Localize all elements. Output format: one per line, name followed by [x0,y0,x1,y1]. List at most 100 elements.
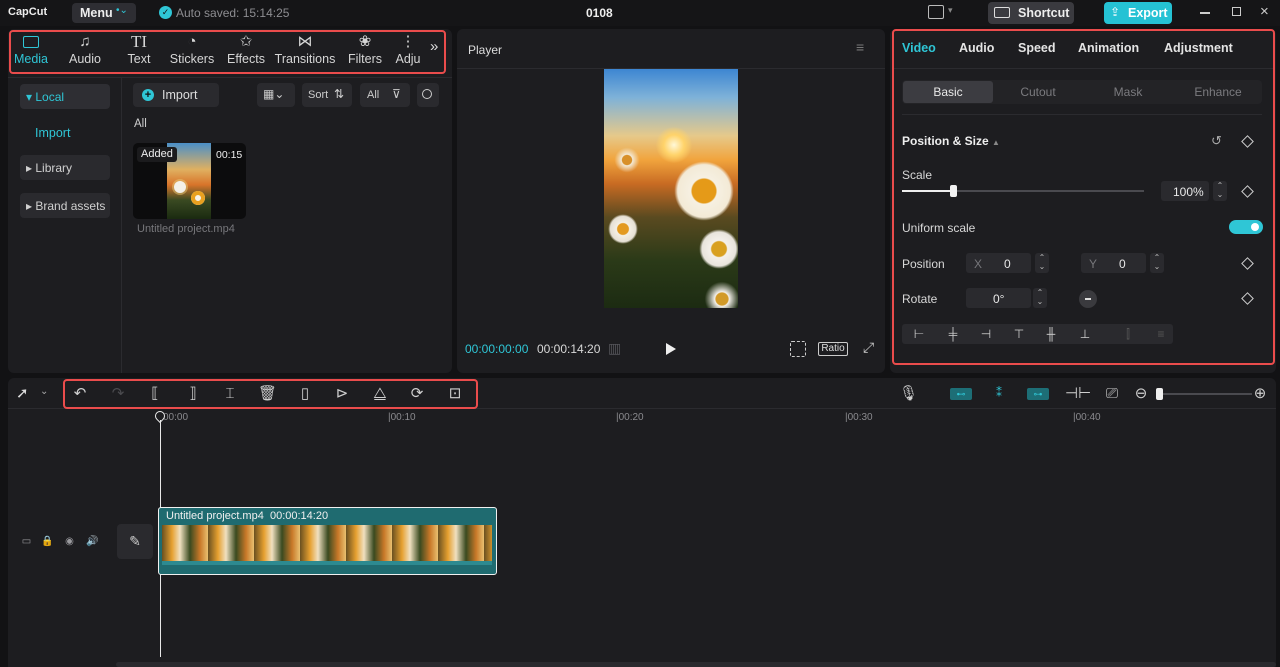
sidebar-item-import[interactable]: Import [35,126,70,140]
snap-icon[interactable]: ⁑ [988,386,1010,401]
daisy-shape [608,214,638,244]
edit-cover-icon[interactable]: ✎ [117,524,153,559]
rotate-field[interactable]: 0° [966,288,1031,308]
restore-icon[interactable] [1232,7,1241,16]
tab-adjustment[interactable]: Adjustment [1164,41,1233,55]
zoom-in-icon[interactable]: ⊕ [1251,385,1269,403]
play-icon[interactable] [666,343,676,355]
scale-slider[interactable] [902,185,1144,197]
delete-icon[interactable]: 🗑 [258,385,277,403]
scale-stepper[interactable]: ⌃ ⌄ [1213,181,1227,201]
split-icon[interactable]: ⟦ [146,385,164,403]
capcut-logo: CapCut [8,6,48,18]
freeze-icon[interactable]: ▯ [296,385,314,403]
tab-audio-inspector[interactable]: Audio [959,41,994,55]
tab-audio[interactable]: ♫ Audio [57,32,113,66]
subtab-enhance[interactable]: Enhance [1173,81,1263,103]
zoom-slider[interactable] [1156,388,1252,400]
tab-filters[interactable]: ❀ Filters [337,32,393,66]
player-menu-icon[interactable]: ≡ [856,39,864,55]
shortcut-button[interactable]: Shortcut [988,2,1074,24]
zoom-slider-handle[interactable] [1156,388,1163,400]
reset-icon[interactable]: ↺ [1211,133,1222,149]
align-center-h-icon[interactable]: ╪ [939,325,967,343]
position-x-field[interactable]: X 0 [966,253,1031,273]
tab-adjust[interactable]: ⋮ Adju [390,32,426,66]
uniform-scale-toggle[interactable] [1229,220,1263,234]
more-tabs-icon[interactable]: » [430,38,438,55]
rotate-icon[interactable]: ⟳ [408,385,426,403]
subtab-mask[interactable]: Mask [1083,81,1173,103]
tab-transitions[interactable]: ⋈ Transitions [272,32,338,66]
tab-media[interactable]: Media [3,32,59,66]
position-y-field[interactable]: Y 0 [1081,253,1146,273]
scale-field[interactable]: 100% [1161,181,1209,201]
magnet-link-icon[interactable]: ⊷ [950,388,972,400]
align-left-icon[interactable]: ⊢ [905,325,933,343]
close-icon[interactable]: × [1260,3,1269,20]
tab-video[interactable]: Video [902,41,936,55]
tab-effects[interactable]: ✩ Effects [218,32,274,66]
align-right-icon[interactable]: ⊣ [972,325,1000,343]
sort-button[interactable]: Sort ⇅ [302,83,352,107]
search-button[interactable] [417,83,439,107]
distribute-v-icon[interactable]: ≡ [1147,325,1175,343]
align-center-v-icon[interactable]: ╫ [1037,325,1065,343]
subtab-basic[interactable]: Basic [903,81,993,103]
tab-text[interactable]: TI Text [111,32,167,66]
position-y-stepper[interactable]: ⌃ ⌄ [1150,253,1164,273]
preview-axis-icon[interactable]: ⎚ [1103,385,1121,403]
sidebar-item-brand-assets[interactable]: ▸ Brand assets [20,193,110,218]
subtab-cutout[interactable]: Cutout [993,81,1083,103]
volume-icon[interactable]: 🔊 [86,535,99,548]
mirror-icon[interactable]: ⧋ [371,385,389,403]
eye-icon[interactable]: ◉ [63,535,76,548]
layout-chevron-icon[interactable]: ▾ [948,5,953,16]
microphone-icon[interactable]: 🎙 [899,385,918,403]
ruler-label: |00:30 [845,412,873,423]
undo-icon[interactable]: ↶ [71,385,89,403]
rotate-dial[interactable] [1079,290,1097,308]
export-button[interactable]: ⇪ Export [1104,2,1172,24]
frames-icon[interactable]: ▥ [608,340,621,357]
tab-speed[interactable]: Speed [1018,41,1056,55]
speed-icon[interactable]: ⊳ [333,385,351,403]
redo-icon[interactable]: ↷ [109,385,127,403]
layout-icon[interactable] [928,5,944,19]
rotate-stepper[interactable]: ⌃ ⌄ [1033,288,1047,308]
timeline-scrollbar[interactable] [116,662,1276,667]
transitions-icon: ⋈ [297,33,313,50]
align-bottom-icon[interactable]: ⊥ [1071,325,1099,343]
import-button[interactable]: + Import [133,83,219,107]
sidebar-item-local[interactable]: ▾ Local [20,84,110,109]
split-marker-icon[interactable]: ⊣⊢ [1065,385,1091,403]
minimize-icon[interactable] [1200,12,1210,14]
select-cursor-icon[interactable]: ➚ [16,384,29,402]
crop-icon[interactable]: ⊡ [446,385,464,403]
cursor-chevron-icon[interactable]: ⌄ [40,386,48,397]
scale-slider-handle[interactable] [949,185,957,197]
split-left-icon[interactable]: ⟧ [184,385,202,403]
split-right-icon[interactable]: ⌶ [221,385,239,403]
sidebar-item-library[interactable]: ▸ Library [20,155,110,180]
clip-filmstrip [162,525,492,561]
tab-stickers[interactable]: ◔ Stickers [164,32,220,66]
position-x-stepper[interactable]: ⌃ ⌄ [1035,253,1049,273]
timeline-clip[interactable]: Untitled project.mp4 00:00:14:20 [158,507,497,575]
expand-icon[interactable]: ⤢ [863,339,874,356]
total-time: 00:00:14:20 [537,342,601,356]
link-icon[interactable]: ⊶ [1027,388,1049,400]
zoom-out-icon[interactable]: ⊖ [1132,385,1150,403]
media-clip-thumbnail[interactable]: Added 00:15 [133,143,246,219]
fullscreen-fit-icon[interactable] [790,341,806,357]
ratio-button[interactable]: Ratio [818,342,848,356]
import-label: Import [162,88,198,102]
sidebar-label: Local [35,90,65,104]
distribute-h-icon[interactable]: ⫿ [1114,325,1142,343]
tab-animation[interactable]: Animation [1078,41,1139,55]
align-top-icon[interactable]: ⊤ [1005,325,1033,343]
view-toggle-button[interactable]: ▦⌄ [257,83,295,107]
lock-icon[interactable]: 🔒 [41,535,54,548]
menu-button[interactable]: Menu •⌄ [72,3,136,23]
filter-button[interactable]: All ⊽ [360,83,410,107]
